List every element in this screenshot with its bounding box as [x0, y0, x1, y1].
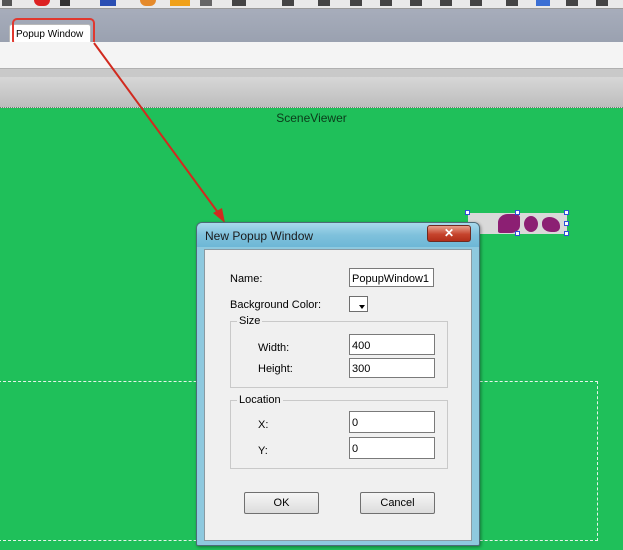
dialog-title: New Popup Window [205, 229, 314, 243]
toolbar-icon[interactable] [350, 0, 362, 6]
toolbar [0, 0, 623, 9]
resize-handle[interactable] [564, 221, 569, 226]
background-color-picker[interactable] [349, 296, 368, 312]
dialog-close-button[interactable]: ✕ [427, 225, 471, 242]
y-field[interactable] [349, 437, 435, 459]
toolbar-icon[interactable] [536, 0, 550, 6]
name-label: Name: [230, 273, 263, 285]
graphic-shape [542, 217, 560, 232]
cancel-button-label: Cancel [380, 497, 415, 509]
new-popup-window-dialog: New Popup Window ✕ Name: Background Colo… [196, 222, 480, 546]
location-group-legend: Location [237, 394, 283, 406]
toolbar-icon[interactable] [596, 0, 608, 6]
editor-header-band [0, 42, 623, 68]
dialog-body: Name: Background Color: Size Width: Heig… [204, 249, 472, 541]
selected-graphic-object[interactable] [465, 210, 569, 236]
width-field[interactable] [349, 334, 435, 355]
size-group: Size Width: Height: [230, 315, 448, 388]
toolbar-icon[interactable] [410, 0, 422, 6]
graphic-shape [524, 216, 538, 232]
ok-button[interactable]: OK [244, 492, 319, 514]
toolbar-icon[interactable] [318, 0, 330, 6]
location-group: Location X: Y: [230, 394, 448, 469]
ok-button-label: OK [273, 497, 290, 509]
toolbar-icon[interactable] [100, 0, 116, 6]
resize-handle[interactable] [515, 210, 520, 215]
toolbar-icon[interactable] [140, 0, 156, 6]
resize-handle[interactable] [564, 231, 569, 236]
toolbar-icon[interactable] [2, 0, 12, 6]
height-field[interactable] [349, 358, 435, 378]
toolbar-icon[interactable] [566, 0, 578, 6]
toolbar-icon[interactable] [470, 0, 482, 6]
name-field[interactable] [349, 268, 434, 287]
scene-viewer-title: SceneViewer [276, 111, 347, 125]
stop-icon[interactable] [34, 0, 50, 6]
toolbar-icon[interactable] [380, 0, 392, 6]
resize-handle[interactable] [515, 231, 520, 236]
size-group-legend: Size [237, 315, 263, 327]
toolbar-icon[interactable] [282, 0, 294, 6]
toolbar-icon[interactable] [232, 0, 246, 6]
y-label: Y: [258, 445, 268, 457]
close-icon: ✕ [443, 226, 455, 240]
width-label: Width: [258, 342, 290, 354]
ruler-band [0, 77, 623, 108]
x-label: X: [258, 419, 269, 431]
toolbar-icon[interactable] [506, 0, 518, 6]
height-label: Height: [258, 363, 293, 375]
cancel-button[interactable]: Cancel [360, 492, 435, 514]
toolbar-icon[interactable] [60, 0, 70, 6]
toolbar-icon[interactable] [170, 0, 190, 6]
resize-handle[interactable] [465, 210, 470, 215]
x-field[interactable] [349, 411, 435, 433]
background-color-label: Background Color: [230, 299, 322, 311]
resize-handle[interactable] [564, 210, 569, 215]
dialog-titlebar[interactable]: New Popup Window ✕ [197, 223, 479, 247]
editor-separator [0, 68, 623, 77]
toolbar-icon[interactable] [440, 0, 452, 6]
toolbar-icon[interactable] [200, 0, 212, 6]
